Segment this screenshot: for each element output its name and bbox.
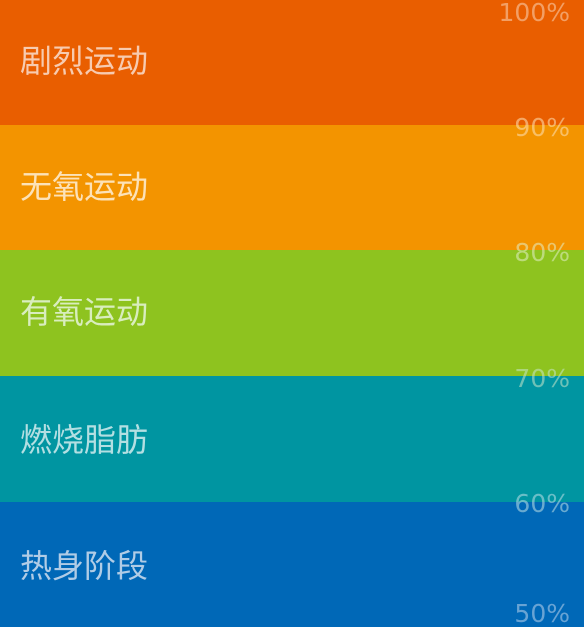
threshold-90: 90% xyxy=(514,113,570,142)
zone-fat-burn: 燃烧脂肪 xyxy=(0,376,584,502)
threshold-100: 100% xyxy=(498,0,570,27)
zone-vigorous: 剧烈运动 xyxy=(0,0,584,125)
zone-label-anaerobic: 无氧运动 xyxy=(20,168,149,206)
threshold-50: 50% xyxy=(514,599,570,627)
zone-label-vigorous: 剧烈运动 xyxy=(20,42,149,80)
threshold-60: 60% xyxy=(514,489,570,518)
threshold-80: 80% xyxy=(514,238,570,267)
zone-label-warmup: 热身阶段 xyxy=(20,547,149,585)
threshold-70: 70% xyxy=(514,364,570,393)
zone-label-fat-burn: 燃烧脂肪 xyxy=(20,421,149,459)
heart-rate-zones: 剧烈运动 无氧运动 有氧运动 燃烧脂肪 热身阶段 100% 90% 80% 70… xyxy=(0,0,584,627)
zone-anaerobic: 无氧运动 xyxy=(0,125,584,250)
zone-warmup: 热身阶段 xyxy=(0,502,584,627)
zone-aerobic: 有氧运动 xyxy=(0,250,584,376)
zone-label-aerobic: 有氧运动 xyxy=(20,293,149,331)
